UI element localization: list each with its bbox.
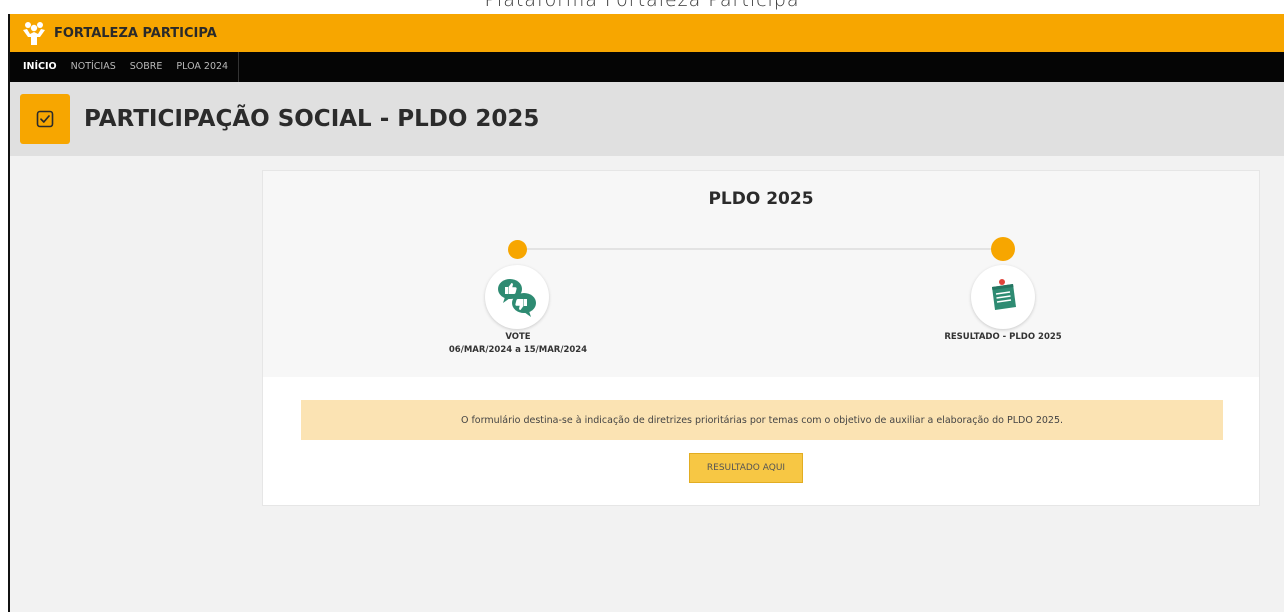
timeline-panel: PLDO 2025 VOTE 06/MAR/2024 a 15/MAR/2024…	[263, 171, 1259, 377]
resultado-aqui-button[interactable]: RESULTADO AQUI	[689, 453, 803, 483]
nav-item-sobre[interactable]: SOBRE	[123, 52, 170, 82]
nav-item-inicio[interactable]: INÍCIO	[16, 52, 64, 82]
nav-item-ploa-2024[interactable]: PLOA 2024	[169, 52, 240, 82]
window-caption: Plataforma Fortaleza Participa	[0, 0, 1284, 14]
timeline-dot-vote	[508, 240, 527, 259]
window-caption-text: Plataforma Fortaleza Participa	[484, 0, 800, 11]
nav-item-noticias[interactable]: NOTÍCIAS	[64, 52, 123, 82]
info-notice: O formulário destina-se à indicação de d…	[301, 400, 1223, 440]
step-title-resultado: RESULTADO - PLDO 2025	[944, 332, 1062, 342]
browser-viewport: FORTALEZA PARTICIPA INÍCIO NOTÍCIAS SOBR…	[8, 14, 1284, 612]
step-label-resultado: RESULTADO - PLDO 2025	[893, 331, 1113, 344]
brand-name[interactable]: FORTALEZA PARTICIPA	[54, 26, 217, 41]
notepad-icon[interactable]	[971, 265, 1035, 329]
step-title-vote: VOTE	[505, 332, 531, 342]
main-nav: INÍCIO NOTÍCIAS SOBRE PLOA 2024	[10, 52, 1284, 82]
timeline-dot-resultado	[991, 237, 1015, 261]
step-label-vote: VOTE 06/MAR/2024 a 15/MAR/2024	[423, 331, 613, 357]
vote-thumbs-icon[interactable]	[485, 265, 549, 329]
brand-bar: FORTALEZA PARTICIPA	[10, 14, 1284, 52]
step-dates-vote: 06/MAR/2024 a 15/MAR/2024	[448, 345, 588, 355]
pldo-card: PLDO 2025 VOTE 06/MAR/2024 a 15/MAR/2024…	[262, 170, 1260, 506]
timeline-line	[519, 248, 1001, 250]
checkbox-icon	[20, 94, 70, 144]
page-title: PARTICIPAÇÃO SOCIAL - PLDO 2025	[84, 106, 540, 132]
page-header: PARTICIPAÇÃO SOCIAL - PLDO 2025	[10, 82, 1284, 156]
card-title: PLDO 2025	[708, 189, 814, 209]
fortaleza-participa-logo[interactable]	[22, 20, 46, 46]
